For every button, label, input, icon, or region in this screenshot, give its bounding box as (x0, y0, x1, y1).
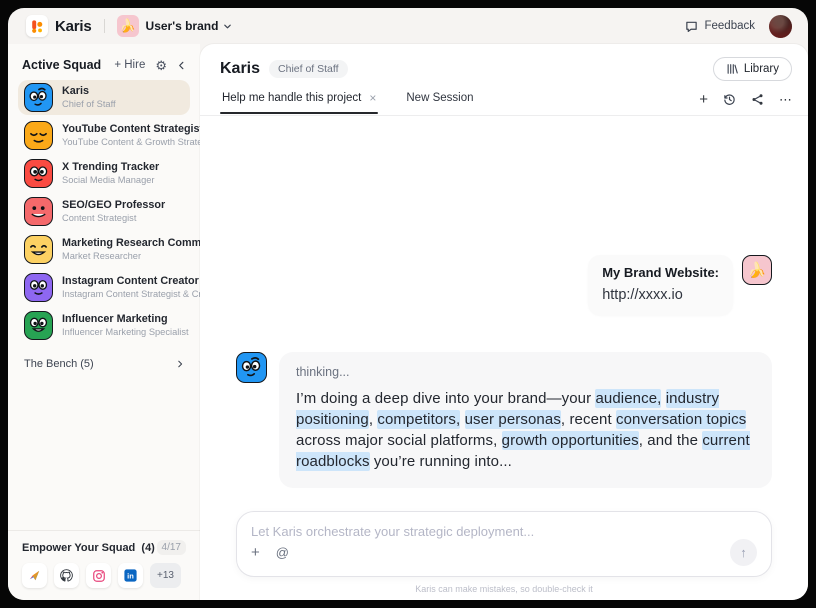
more-options-icon[interactable]: ⋯ (779, 93, 792, 106)
app-window: Karis 🍌 User's brand Feedback Active Squ… (8, 8, 808, 600)
close-tab-icon[interactable]: × (369, 91, 376, 105)
instagram-icon[interactable] (86, 563, 111, 588)
influencer-marketing-avatar-icon (24, 311, 53, 340)
hire-button[interactable]: + Hire (114, 59, 145, 71)
assistant-message-text: I’m doing a deep dive into your brand—yo… (296, 388, 755, 472)
library-button[interactable]: Library (713, 57, 792, 81)
divider (104, 19, 105, 33)
squad-item-name: Instagram Content Creator (62, 275, 184, 288)
squad-item-role: Chief of Staff (62, 98, 116, 110)
main-header: Karis Chief of Staff Library (200, 44, 808, 89)
library-icon (726, 63, 738, 75)
squad-item-x-tracker[interactable]: X Trending Tracker Social Media Manager (18, 156, 190, 191)
squad-item-name: Marketing Research Commissioner (62, 237, 184, 250)
svg-text:in: in (127, 572, 134, 581)
sidebar-title: Active Squad (22, 58, 114, 72)
share-icon[interactable] (751, 93, 764, 106)
sidebar-footer: Empower Your Squad (4) 4/17 in (8, 530, 200, 600)
youtube-strategist-avatar-icon (24, 121, 53, 150)
disclaimer-text: Karis can make mistakes, so double-check… (200, 577, 808, 596)
squad-item-role: Influencer Marketing Specialist (62, 326, 184, 338)
squad-list: Karis Chief of Staff YouTube Content Str… (8, 80, 200, 346)
message-input[interactable] (251, 524, 757, 539)
history-icon[interactable] (723, 93, 736, 106)
user-profile-avatar[interactable] (769, 15, 792, 38)
squad-item-role: YouTube Content & Growth Strategist (62, 136, 184, 148)
collapse-sidebar-icon[interactable] (177, 60, 186, 71)
send-button[interactable]: ↑ (730, 539, 757, 566)
thinking-status: thinking... (296, 365, 755, 379)
mention-icon[interactable]: @ (276, 546, 289, 559)
tab-help-me-handle-this-project[interactable]: Help me handle this project × (220, 91, 378, 113)
arrow-up-icon: ↑ (740, 545, 747, 560)
karis-message-avatar-icon (236, 352, 267, 383)
session-tabbar: Help me handle this project × New Sessio… (200, 89, 808, 116)
empower-count: (4) (141, 542, 154, 554)
karis-avatar-icon (24, 83, 53, 112)
squad-item-role: Social Media Manager (62, 174, 159, 186)
assistant-message-bubble: thinking... I’m doing a deep dive into y… (279, 352, 772, 488)
github-icon[interactable] (54, 563, 79, 588)
spacer (8, 382, 200, 530)
speech-bubble-icon (685, 20, 698, 33)
squad-item-name: X Trending Tracker (62, 161, 159, 174)
squad-item-role: Market Researcher (62, 250, 184, 262)
user-message-url: http://xxxx.io (602, 287, 719, 303)
user-brand-avatar-icon: 🍌 (742, 255, 772, 285)
tab-label: New Session (406, 92, 473, 104)
brand-switcher[interactable]: User's brand (146, 19, 219, 33)
linkedin-icon[interactable]: in (118, 563, 143, 588)
chat-area: My Brand Website: http://xxxx.io 🍌 think… (200, 116, 808, 511)
attach-icon[interactable]: + (251, 545, 260, 560)
feedback-label: Feedback (704, 20, 755, 32)
squad-item-karis[interactable]: Karis Chief of Staff (18, 80, 190, 115)
squad-item-role: Instagram Content Strategist & Creator (62, 288, 184, 300)
bench-label: The Bench (5) (24, 358, 94, 370)
user-message: My Brand Website: http://xxxx.io 🍌 (588, 255, 772, 315)
tab-label: Help me handle this project (222, 92, 361, 104)
chevron-right-icon (176, 359, 184, 369)
seo-professor-avatar-icon (24, 197, 53, 226)
karis-logo-icon (26, 15, 48, 37)
chevron-down-icon[interactable] (223, 22, 232, 31)
sidebar-header: Active Squad + Hire ⚙ (8, 54, 200, 80)
squad-item-research-commissioner[interactable]: Marketing Research Commissioner Market R… (18, 232, 190, 267)
integration-icons-row: in +13 (22, 563, 186, 588)
main-panel: Karis Chief of Staff Library Help me han… (200, 44, 808, 600)
feedback-button[interactable]: Feedback (685, 20, 755, 33)
squad-item-name: Influencer Marketing (62, 313, 184, 326)
brand-emoji-icon: 🍌 (117, 15, 139, 37)
new-tab-icon[interactable]: + (699, 92, 708, 107)
research-commissioner-avatar-icon (24, 235, 53, 264)
agent-title: Karis (220, 60, 260, 78)
user-message-title: My Brand Website: (602, 265, 719, 280)
more-integrations-badge[interactable]: +13 (150, 563, 181, 588)
tab-actions: + ⋯ (699, 92, 792, 113)
user-message-bubble: My Brand Website: http://xxxx.io (588, 255, 733, 315)
progress-counter: 4/17 (157, 540, 186, 555)
squad-item-name: SEO/GEO Professor (62, 199, 165, 212)
gear-icon[interactable]: ⚙ (155, 59, 167, 72)
squad-item-name: YouTube Content Strategist (62, 123, 184, 136)
squad-item-influencer-marketing[interactable]: Influencer Marketing Influencer Marketin… (18, 308, 190, 343)
library-label: Library (744, 63, 779, 75)
squad-item-seo-professor[interactable]: SEO/GEO Professor Content Strategist (18, 194, 190, 229)
empower-title: Empower Your Squad (22, 542, 135, 554)
agent-role-badge: Chief of Staff (269, 60, 348, 78)
squad-item-instagram-creator[interactable]: Instagram Content Creator Instagram Cont… (18, 270, 190, 305)
assistant-message: thinking... I’m doing a deep dive into y… (236, 352, 772, 488)
tab-new-session[interactable]: New Session (404, 92, 475, 112)
app-title: Karis (55, 18, 92, 35)
x-tracker-avatar-icon (24, 159, 53, 188)
sidebar: Active Squad + Hire ⚙ Karis Chief of Sta… (8, 44, 200, 600)
squad-item-role: Content Strategist (62, 212, 165, 224)
instagram-creator-avatar-icon (24, 273, 53, 302)
bench-toggle[interactable]: The Bench (5) (8, 346, 200, 382)
composer[interactable]: + @ ↑ (236, 511, 772, 577)
brand-logo-icon[interactable] (22, 563, 47, 588)
composer-area: + @ ↑ Karis can make mistakes, so double… (200, 511, 808, 600)
squad-item-name: Karis (62, 85, 116, 98)
squad-item-youtube-strategist[interactable]: YouTube Content Strategist YouTube Conte… (18, 118, 190, 153)
top-bar: Karis 🍌 User's brand Feedback (8, 8, 808, 44)
